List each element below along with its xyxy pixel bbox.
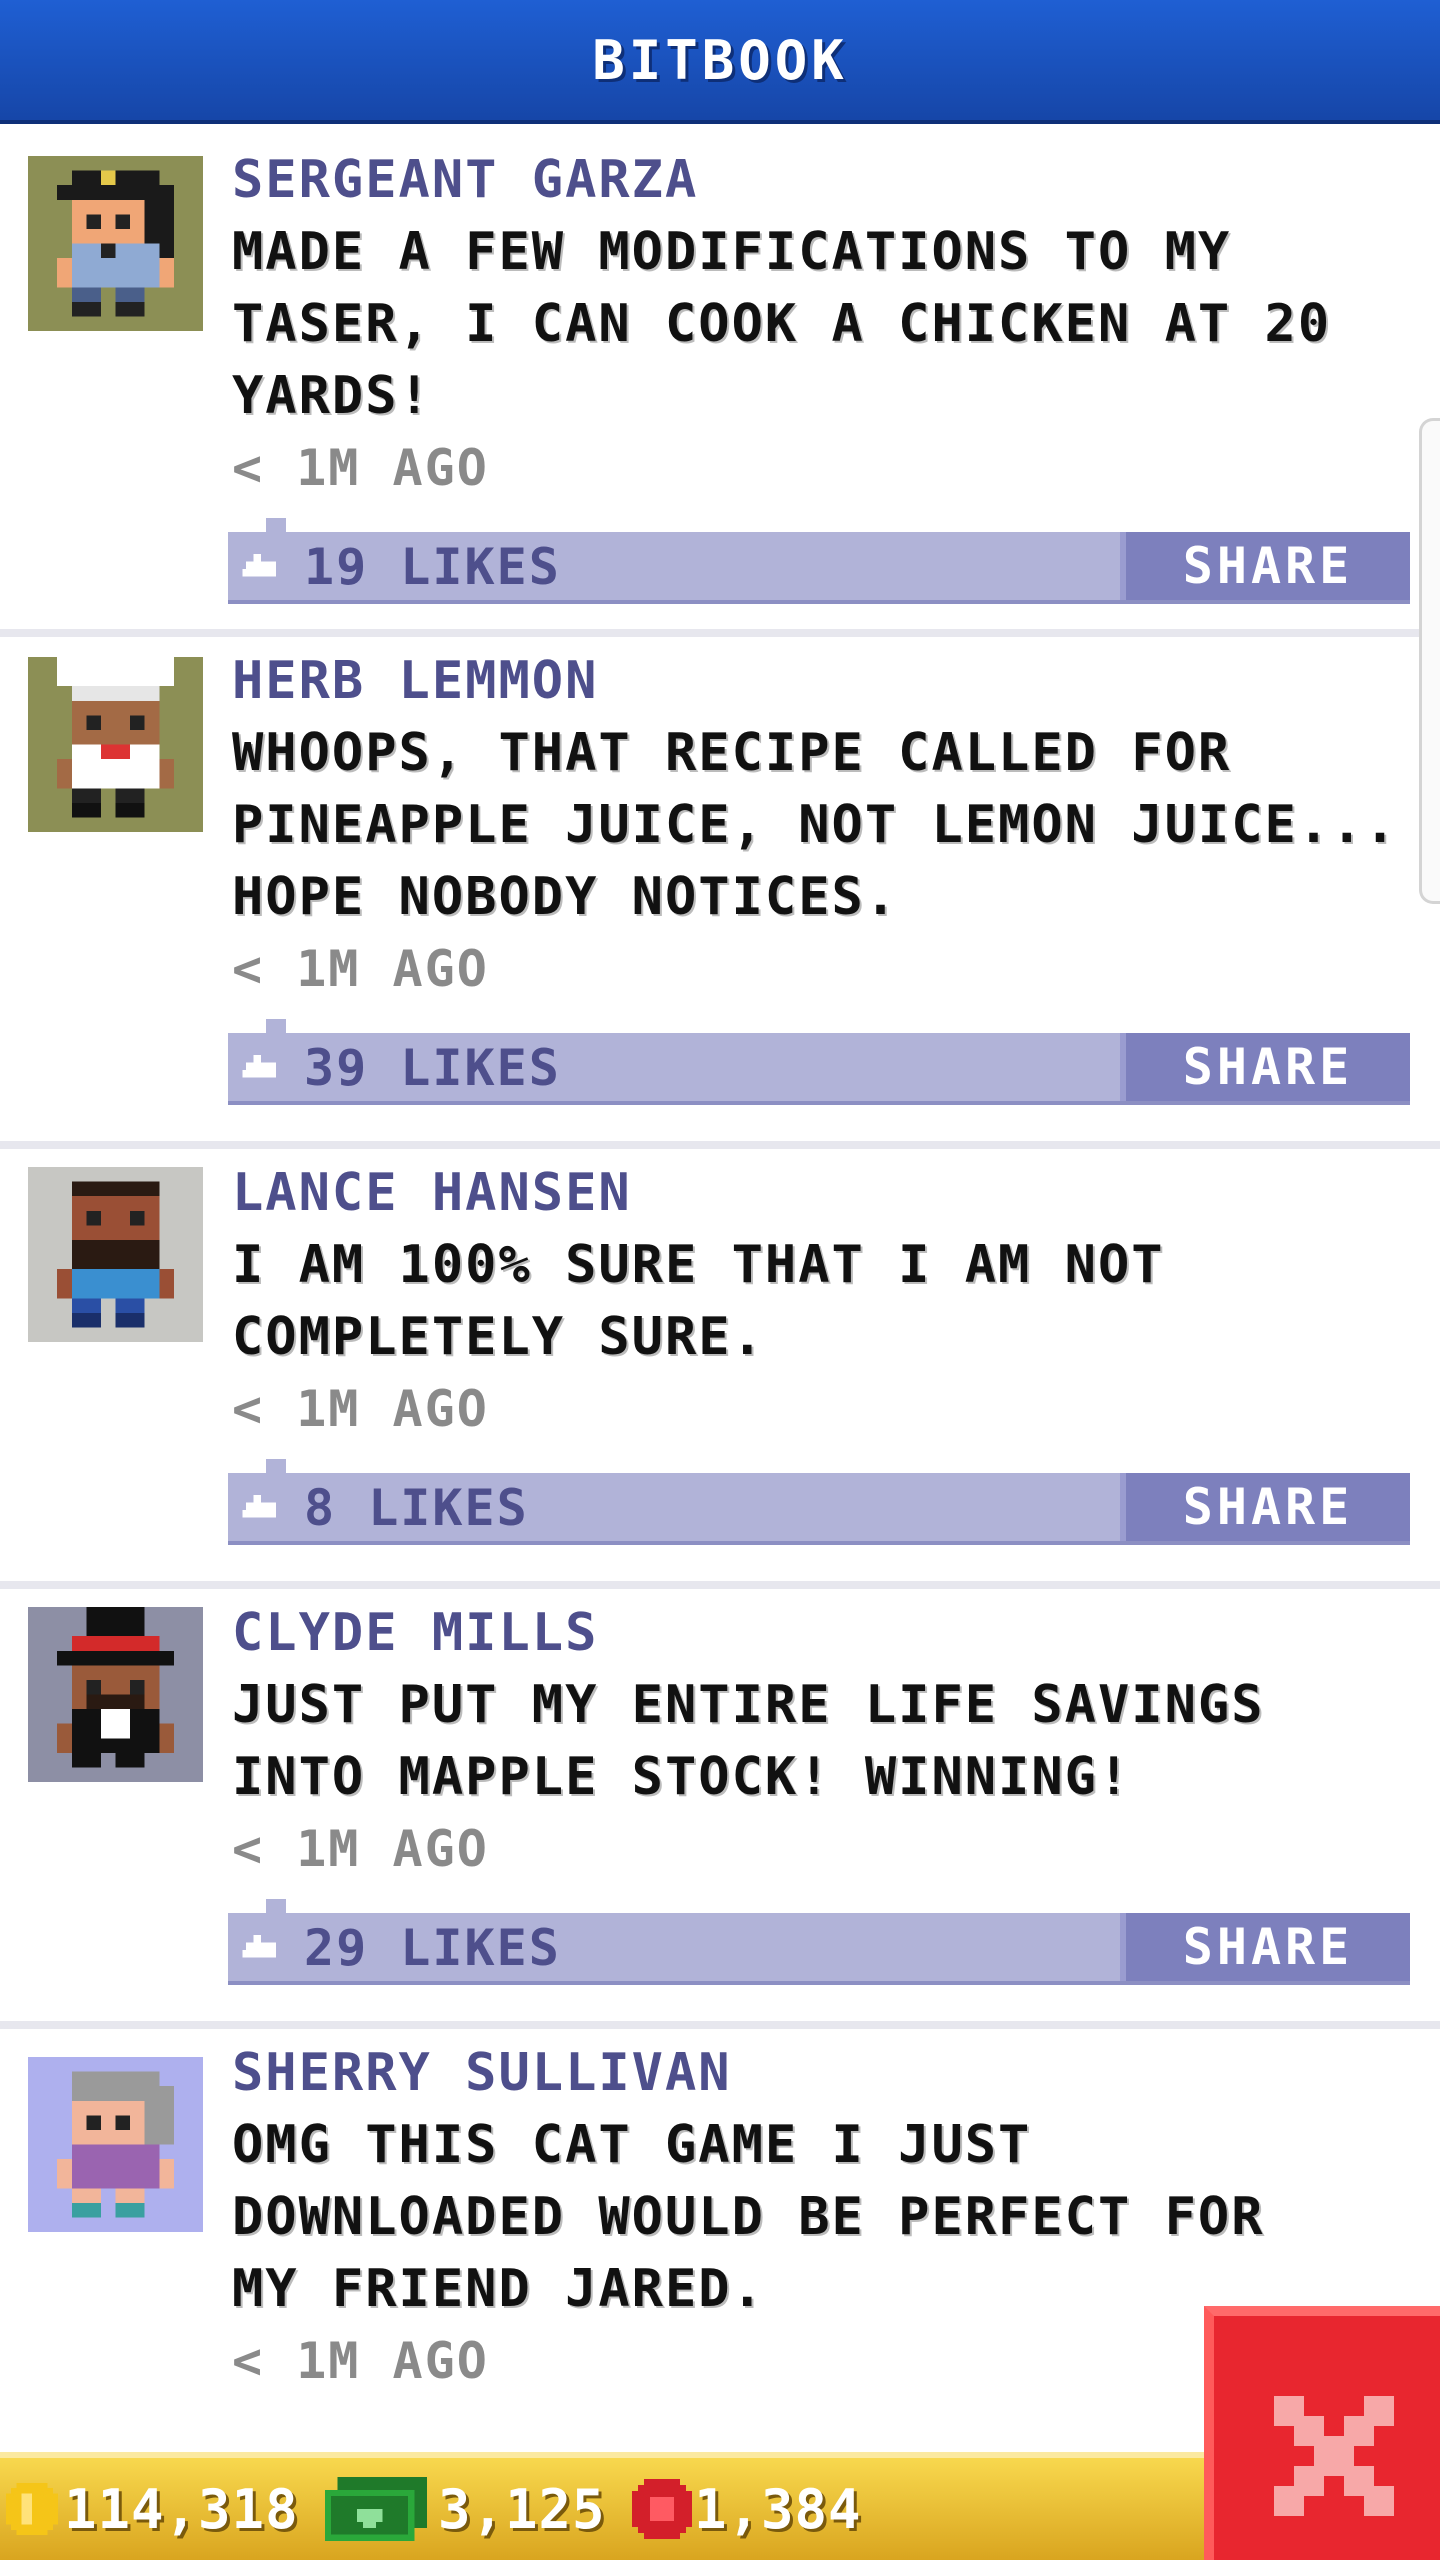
feed-list[interactable]: SERGEANT GARZA MADE A FEW MODIFICATIONS … — [0, 124, 1440, 2452]
post-time: < 1M AGO — [232, 940, 489, 998]
post-content: CLYDE MILLS JUST PUT MY ENTIRE LIFE SAVI… — [232, 1597, 1410, 1885]
avatar-clyde-mills — [28, 1607, 203, 1782]
share-button[interactable]: SHARE — [1120, 532, 1410, 600]
share-label: SHARE — [1182, 1478, 1354, 1536]
post-time: < 1M AGO — [232, 1380, 489, 1438]
post-author[interactable]: LANCE HANSEN — [232, 1157, 1410, 1229]
post-text-line: INTO MAPPLE STOCK! WINNING! — [232, 1747, 1132, 1807]
likes-count: 19 LIKES — [304, 538, 561, 596]
like-bar-tab — [266, 1899, 286, 1913]
post-author[interactable]: CLYDE MILLS — [232, 1597, 1410, 1669]
scroll-handle[interactable] — [1419, 418, 1440, 904]
share-label: SHARE — [1182, 1038, 1354, 1096]
bux-stat: 3,125 — [324, 2458, 606, 2560]
avatar-lance-hansen — [28, 1167, 203, 1342]
coins-stat: 114,318 — [6, 2458, 299, 2560]
like-bar: 8 LIKES SHARE — [228, 1459, 1410, 1545]
app-title: BITBOOK — [592, 28, 848, 92]
post-text-line: PINEAPPLE JUICE, NOT LEMON JUICE... — [232, 795, 1398, 855]
app-header: BITBOOK — [0, 0, 1440, 124]
like-icon[interactable] — [242, 1935, 280, 1961]
post-text-line: COMPLETELY SURE. — [232, 1307, 765, 1367]
post-time: < 1M AGO — [232, 439, 489, 497]
bux-cash-icon — [324, 2477, 428, 2541]
avatar-sherry-sullivan — [28, 2057, 203, 2232]
share-button[interactable]: SHARE — [1120, 1033, 1410, 1101]
post-text-line: I AM 100% SURE THAT I AM NOT — [232, 1235, 1165, 1295]
post-author[interactable]: SHERRY SULLIVAN — [232, 2037, 1410, 2109]
post-card: CLYDE MILLS JUST PUT MY ENTIRE LIFE SAVI… — [0, 1589, 1440, 2021]
chef-avatar-icon — [28, 657, 203, 832]
post-card: HERB LEMMON WHOOPS, THAT RECIPE CALLED F… — [0, 637, 1440, 1141]
like-bar: 19 LIKES SHARE — [228, 518, 1410, 604]
post-card: LANCE HANSEN I AM 100% SURE THAT I AM NO… — [0, 1149, 1440, 1581]
post-time: < 1M AGO — [232, 1820, 489, 1878]
post-text-line: OMG THIS CAT GAME I JUST — [232, 2115, 1032, 2175]
post-content: HERB LEMMON WHOOPS, THAT RECIPE CALLED F… — [232, 645, 1410, 1005]
tickets-stat: 1,384 — [632, 2458, 862, 2560]
bux-value: 3,125 — [438, 2477, 606, 2541]
like-bar-tab — [266, 1459, 286, 1473]
like-bar-tab — [266, 1019, 286, 1033]
like-bar: 39 LIKES SHARE — [228, 1019, 1410, 1105]
like-icon[interactable] — [242, 1055, 280, 1081]
share-label: SHARE — [1182, 537, 1354, 595]
close-icon — [1274, 2396, 1394, 2516]
post-content: SERGEANT GARZA MADE A FEW MODIFICATIONS … — [232, 144, 1410, 504]
tickets-value: 1,384 — [694, 2477, 862, 2541]
post-author[interactable]: SERGEANT GARZA — [232, 144, 1410, 216]
top-hat-man-avatar-icon — [28, 1607, 203, 1782]
share-button[interactable]: SHARE — [1120, 1913, 1410, 1981]
post-text-line: HOPE NOBODY NOTICES. — [232, 867, 899, 927]
post-divider — [0, 1581, 1440, 1589]
post-text-line: TASER, I CAN COOK A CHICKEN AT 20 — [232, 294, 1332, 354]
likes-count: 39 LIKES — [304, 1039, 561, 1097]
coin-icon — [6, 2483, 58, 2535]
share-button[interactable]: SHARE — [1120, 1473, 1410, 1541]
likes-count: 8 LIKES — [304, 1479, 529, 1537]
post-text-line: WHOOPS, THAT RECIPE CALLED FOR — [232, 723, 1232, 783]
like-bar: 29 LIKES SHARE — [228, 1899, 1410, 1985]
post-divider — [0, 629, 1440, 637]
post-text-line: MADE A FEW MODIFICATIONS TO MY — [232, 222, 1232, 282]
post-divider — [0, 2021, 1440, 2029]
like-icon[interactable] — [242, 554, 280, 580]
close-button[interactable] — [1204, 2306, 1440, 2560]
ticket-icon — [632, 2479, 692, 2539]
coins-value: 114,318 — [64, 2477, 299, 2541]
avatar-sergeant-garza — [28, 156, 203, 331]
avatar-herb-lemmon — [28, 657, 203, 832]
like-bar-tab — [266, 518, 286, 532]
post-text-line: DOWNLOADED WOULD BE PERFECT FOR — [232, 2187, 1265, 2247]
like-icon[interactable] — [242, 1495, 280, 1521]
post-text-line: YARDS! — [232, 366, 432, 426]
post-text-line: JUST PUT MY ENTIRE LIFE SAVINGS — [232, 1675, 1265, 1735]
post-author[interactable]: HERB LEMMON — [232, 645, 1410, 717]
police-avatar-icon — [28, 156, 203, 331]
post-card: SERGEANT GARZA MADE A FEW MODIFICATIONS … — [0, 124, 1440, 629]
likes-count: 29 LIKES — [304, 1919, 561, 1977]
post-divider — [0, 1141, 1440, 1149]
bearded-man-avatar-icon — [28, 1167, 203, 1342]
share-label: SHARE — [1182, 1918, 1354, 1976]
post-content: LANCE HANSEN I AM 100% SURE THAT I AM NO… — [232, 1157, 1410, 1445]
gray-haired-woman-avatar-icon — [28, 2057, 203, 2232]
